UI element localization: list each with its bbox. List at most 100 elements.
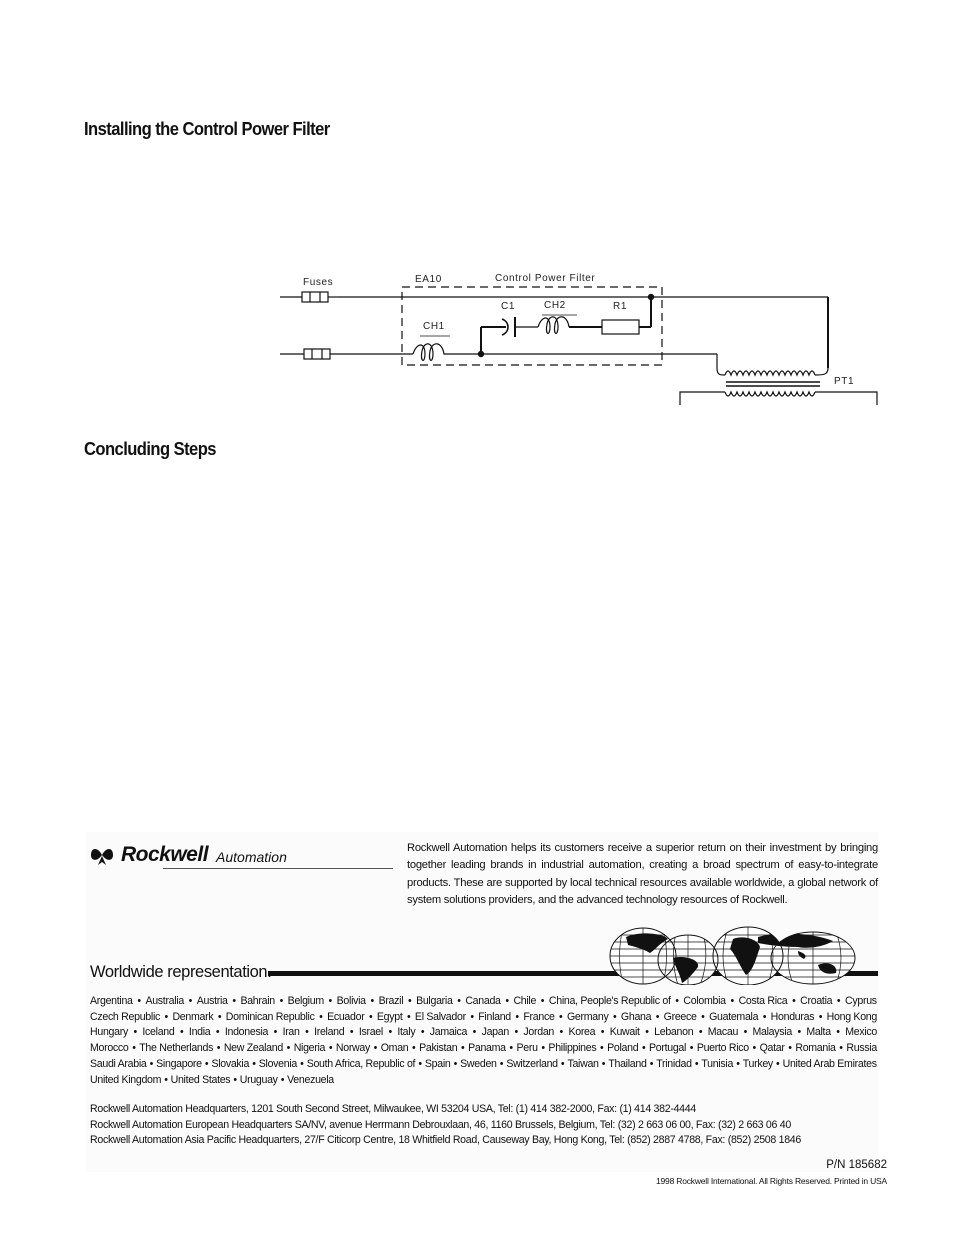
company-blurb: Rockwell Automation helps its customers … xyxy=(407,842,878,907)
bullet-separator: • xyxy=(280,1073,285,1086)
rockwell-logo: Rockwell Automation xyxy=(89,843,287,867)
country-name: Guatemala xyxy=(709,1010,759,1023)
country-name: Brazil xyxy=(378,995,404,1007)
label-ch1: CH1 xyxy=(423,321,445,332)
bullet-separator: • xyxy=(792,995,796,1007)
bullet-separator: • xyxy=(698,1026,703,1039)
label-control-power-filter: Control Power Filter xyxy=(495,273,595,284)
bullet-separator: • xyxy=(204,1057,209,1070)
bullet-separator: • xyxy=(600,1042,604,1055)
country-name: Malaysia xyxy=(752,1026,793,1039)
bullet-separator: • xyxy=(541,1042,545,1055)
bullet-separator: • xyxy=(560,1057,565,1070)
country-name: Bolivia xyxy=(336,995,366,1007)
country-name: Saudi Arabia xyxy=(90,1057,147,1070)
address-usa: Rockwell Automation Headquarters, 1201 S… xyxy=(90,1103,696,1115)
bullet-separator: • xyxy=(509,1042,513,1055)
bullet-separator: • xyxy=(472,1026,477,1039)
bullet-separator: • xyxy=(752,1042,757,1055)
bullet-separator: • xyxy=(601,1057,606,1070)
resistor-r1 xyxy=(601,319,640,335)
bullet-separator: • xyxy=(373,1042,378,1055)
bullet-separator: • xyxy=(499,1057,504,1070)
bullet-separator: • xyxy=(453,1057,458,1070)
bullet-separator: • xyxy=(215,1026,220,1039)
section-heading-install-filter: Installing the Control Power Filter xyxy=(84,119,330,139)
country-name: Uruguay xyxy=(239,1073,278,1086)
label-r1: R1 xyxy=(613,301,627,312)
country-name: Austria xyxy=(196,995,228,1007)
country-name: United States xyxy=(170,1073,231,1086)
country-row: Hungary • Iceland • India • Indonesia • Iran • Ire… xyxy=(90,1025,877,1041)
bullet-separator: • xyxy=(461,1042,465,1055)
country-name: Jordan xyxy=(523,1026,555,1039)
bullet-separator: • xyxy=(132,1042,136,1055)
country-name: Bahrain xyxy=(240,995,275,1007)
country-name: Trinidad xyxy=(656,1057,692,1070)
bullet-separator: • xyxy=(612,1010,617,1023)
bullet-separator: • xyxy=(514,1026,518,1039)
bullet-separator: • xyxy=(694,1057,699,1070)
country-name: Argentina xyxy=(90,995,133,1007)
country-name: Indonesia xyxy=(224,1026,269,1039)
country-name: Peru xyxy=(516,1042,538,1055)
part-number: P/N 185682 xyxy=(826,1159,887,1171)
bullet-separator: • xyxy=(689,1042,694,1055)
bullet-separator: • xyxy=(319,1010,323,1023)
bullet-separator: • xyxy=(743,1026,748,1039)
label-c1: C1 xyxy=(501,301,515,312)
bullet-separator: • xyxy=(279,995,284,1007)
worldwide-representation-title: Worldwide representation. xyxy=(90,963,272,981)
country-name: Russia xyxy=(846,1042,877,1055)
bullet-separator: • xyxy=(252,1057,256,1070)
bullet-separator: • xyxy=(540,995,545,1007)
bullet-separator: • xyxy=(149,1057,154,1070)
copyright-notice: 1998 Rockwell International. All Rights … xyxy=(656,1176,887,1186)
country-name: India xyxy=(188,1026,211,1039)
country-name: The Netherlands xyxy=(139,1042,214,1055)
country-name: Honduras xyxy=(770,1010,815,1023)
country-name: Singapore xyxy=(156,1057,202,1070)
bullet-separator: • xyxy=(406,1010,411,1023)
bullet-separator: • xyxy=(470,1010,474,1023)
country-name: Italy xyxy=(397,1026,416,1039)
country-name: Korea xyxy=(568,1026,596,1039)
address-europe: Rockwell Automation European Headquarter… xyxy=(90,1118,791,1131)
country-name: Colombia xyxy=(683,995,726,1007)
country-name: Jamaica xyxy=(429,1026,468,1039)
country-name: Finland xyxy=(478,1010,511,1023)
country-list: Argentina • Australia • Austria • Bahrain • Belg… xyxy=(90,994,877,1088)
bullet-separator: • xyxy=(388,1026,392,1039)
wire-secondary-right xyxy=(815,391,878,405)
bullet-separator: • xyxy=(407,995,412,1007)
bullet-separator: • xyxy=(273,1026,278,1039)
fuse-top xyxy=(301,291,329,303)
bullet-separator: • xyxy=(675,995,679,1007)
country-name: Hong Kong xyxy=(826,1010,878,1023)
transformer-primary-winding xyxy=(724,370,816,377)
country-name: Dominican Republic xyxy=(225,1010,315,1023)
country-row: United Kingdom • United States • Uruguay • Ven… xyxy=(90,1073,877,1089)
bullet-separator: • xyxy=(368,1010,373,1023)
address-asia-pacific: Rockwell Automation Asia Pacific Headqua… xyxy=(90,1134,801,1147)
country-row: Morocco • The Netherlands • New Zealand • Nige… xyxy=(90,1041,877,1057)
country-name: Pakistan xyxy=(419,1042,458,1055)
country-name: Oman xyxy=(380,1042,409,1055)
country-name: Venezuela xyxy=(287,1073,334,1086)
bullet-separator: • xyxy=(328,995,333,1007)
country-name: Nigeria xyxy=(293,1042,326,1055)
country-name: El Salvador xyxy=(414,1010,466,1023)
logo-underline-divider xyxy=(163,868,393,869)
bullet-separator: • xyxy=(649,1057,654,1070)
bullet-separator: • xyxy=(818,1010,823,1023)
bullet-separator: • xyxy=(836,1026,840,1039)
country-name: Chile xyxy=(513,995,537,1007)
country-name: Macau xyxy=(707,1026,739,1039)
bullet-separator: • xyxy=(641,1042,646,1055)
bullet-separator: • xyxy=(559,1010,563,1023)
country-name: New Zealand xyxy=(223,1042,283,1055)
wire-secondary-left xyxy=(679,391,725,405)
junction-dot-bottom xyxy=(477,350,485,358)
country-name: Czech Republic xyxy=(90,1010,160,1023)
country-name: Japan xyxy=(481,1026,510,1039)
